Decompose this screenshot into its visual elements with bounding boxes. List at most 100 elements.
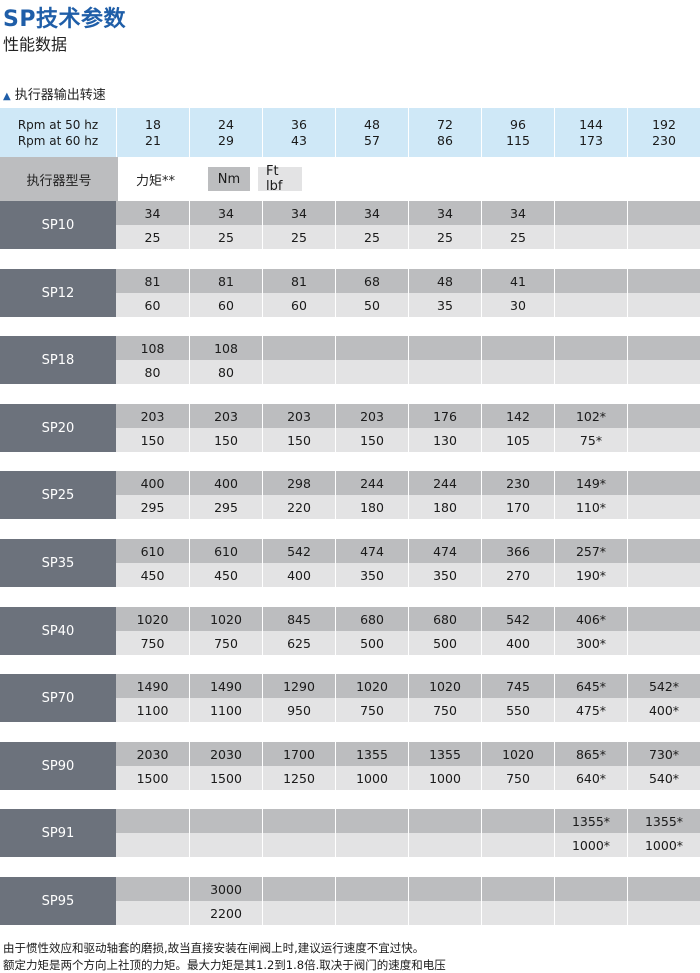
- torque-cell: [627, 201, 700, 225]
- torque-cell: 203: [262, 404, 335, 428]
- torque-cell: [262, 833, 335, 857]
- torque-cell: 80: [144, 364, 161, 380]
- torque-cell: [408, 901, 481, 925]
- torque-cell: 845: [262, 607, 335, 631]
- torque-cell: 1500: [136, 770, 169, 786]
- model-name: SP95: [0, 877, 116, 925]
- model-block-sp70: SP70 1490 1490 1290 1020 1020 745 645* 542* 1100 1…: [0, 674, 700, 722]
- torque-cell: 203: [189, 404, 262, 428]
- torque-cell: 730*: [627, 742, 700, 766]
- torque-cell: 81: [189, 269, 262, 293]
- torque-cell: 640*: [554, 766, 627, 790]
- torque-cell: 400: [189, 471, 262, 495]
- rpm-60hz-value: 57: [364, 132, 380, 148]
- torque-cell: 203: [140, 408, 165, 424]
- torque-cell: 25: [189, 225, 262, 249]
- torque-cell: 1355: [408, 742, 481, 766]
- torque-nm-row: 2030 2030 1700 1355 1355 1020 865* 730*: [116, 742, 700, 766]
- torque-cell: 102*: [554, 404, 627, 428]
- model-name: SP91: [0, 809, 116, 857]
- rpm-header-row: Rpm at 50 hz Rpm at 60 hz 18 21 24 29 36 43 48…: [0, 108, 700, 157]
- torque-nm-row: 400 400 298 244 244 230 149*: [116, 471, 700, 495]
- torque-ftlbf-row: 25 25 25 25 25 25: [116, 225, 700, 249]
- torque-cell: 25: [262, 225, 335, 249]
- model-name: SP35: [0, 539, 116, 587]
- torque-cell: 220: [262, 495, 335, 519]
- torque-cell: 203: [335, 404, 408, 428]
- model-name: SP25: [0, 471, 116, 519]
- torque-cell: 645*: [554, 674, 627, 698]
- torque-cell: 1355: [335, 742, 408, 766]
- torque-cell: 34: [335, 201, 408, 225]
- torque-cell: 180: [335, 495, 408, 519]
- torque-cell: [335, 833, 408, 857]
- torque-cell: 81: [144, 273, 161, 289]
- model-block-sp95: SP95 3000 2200: [0, 877, 700, 925]
- torque-cell: 1000: [408, 766, 481, 790]
- torque-cell: 105: [481, 428, 554, 452]
- torque-cell: 81: [262, 269, 335, 293]
- torque-cell: [627, 471, 700, 495]
- torque-cell: 25: [144, 229, 161, 245]
- torque-nm-row: 34 34 34 34 34 34: [116, 201, 700, 225]
- torque-cell: [627, 404, 700, 428]
- torque-cell: [262, 809, 335, 833]
- torque-cell: 366: [481, 539, 554, 563]
- torque-cell: 1355*: [627, 809, 700, 833]
- torque-cell: 1490: [189, 674, 262, 698]
- torque-cell: 750: [335, 698, 408, 722]
- torque-nm-row: 610 610 542 474 474 366 257*: [116, 539, 700, 563]
- rpm-50hz-value: 24: [218, 116, 234, 132]
- torque-nm-row: 203 203 203 203 176 142 102*: [116, 404, 700, 428]
- torque-nm-row: 1020 1020 845 680 680 542 406*: [116, 607, 700, 631]
- torque-cell: 1500: [189, 766, 262, 790]
- torque-cell: 474: [408, 539, 481, 563]
- torque-cell: [335, 901, 408, 925]
- rpm-50hz-value: 144: [579, 116, 603, 132]
- torque-cell: 150: [335, 428, 408, 452]
- torque-cell: 1020: [481, 742, 554, 766]
- torque-cell: 1000*: [627, 833, 700, 857]
- rpm-column-1: 24 29: [189, 108, 262, 157]
- torque-cell: 1020: [136, 611, 169, 627]
- torque-cell: 1020: [189, 607, 262, 631]
- torque-cell: [408, 360, 481, 384]
- torque-cell: [627, 336, 700, 360]
- torque-ftlbf-row: 750 750 625 500 500 400 300*: [116, 631, 700, 655]
- torque-cell: [116, 833, 189, 857]
- torque-cell: 150: [262, 428, 335, 452]
- rpm-50hz-value: 18: [145, 116, 161, 132]
- torque-cell: 1290: [262, 674, 335, 698]
- torque-cell: 750: [408, 698, 481, 722]
- torque-cell: 300*: [554, 631, 627, 655]
- torque-cell: 610: [189, 539, 262, 563]
- torque-cell: 745: [481, 674, 554, 698]
- torque-cell: 270: [481, 563, 554, 587]
- rpm-60hz-value: 43: [291, 132, 307, 148]
- torque-cell: 680: [408, 607, 481, 631]
- torque-cell: 244: [408, 471, 481, 495]
- torque-cell: [481, 360, 554, 384]
- torque-cell: [189, 833, 262, 857]
- torque-cell: [408, 833, 481, 857]
- triangle-bullet-icon: ▲: [3, 91, 11, 102]
- footnote-1: 由于惯性效应和驱动轴套的磨损,故当直接安装在闸阀上时,建议运行速度不宜过快。: [3, 941, 425, 955]
- torque-cell: 500: [335, 631, 408, 655]
- torque-cell: 150: [189, 428, 262, 452]
- torque-cell: [627, 631, 700, 655]
- torque-cell: 610: [140, 543, 165, 559]
- torque-cell: 60: [189, 293, 262, 317]
- torque-cell: 865*: [554, 742, 627, 766]
- torque-cell: 150: [140, 432, 165, 448]
- rpm-50hz-value: 36: [291, 116, 307, 132]
- torque-cell: 1100: [136, 702, 169, 718]
- torque-cell: [554, 360, 627, 384]
- torque-cell: [554, 901, 627, 925]
- rpm-50hz-label: Rpm at 50 hz: [17, 117, 99, 132]
- model-name: SP20: [0, 404, 116, 452]
- torque-cell: [627, 607, 700, 631]
- torque-cell: 295: [189, 495, 262, 519]
- torque-cell: 474: [335, 539, 408, 563]
- torque-ftlbf-row: 450 450 400 350 350 270 190*: [116, 563, 700, 587]
- rpm-column-6: 144 173: [554, 108, 627, 157]
